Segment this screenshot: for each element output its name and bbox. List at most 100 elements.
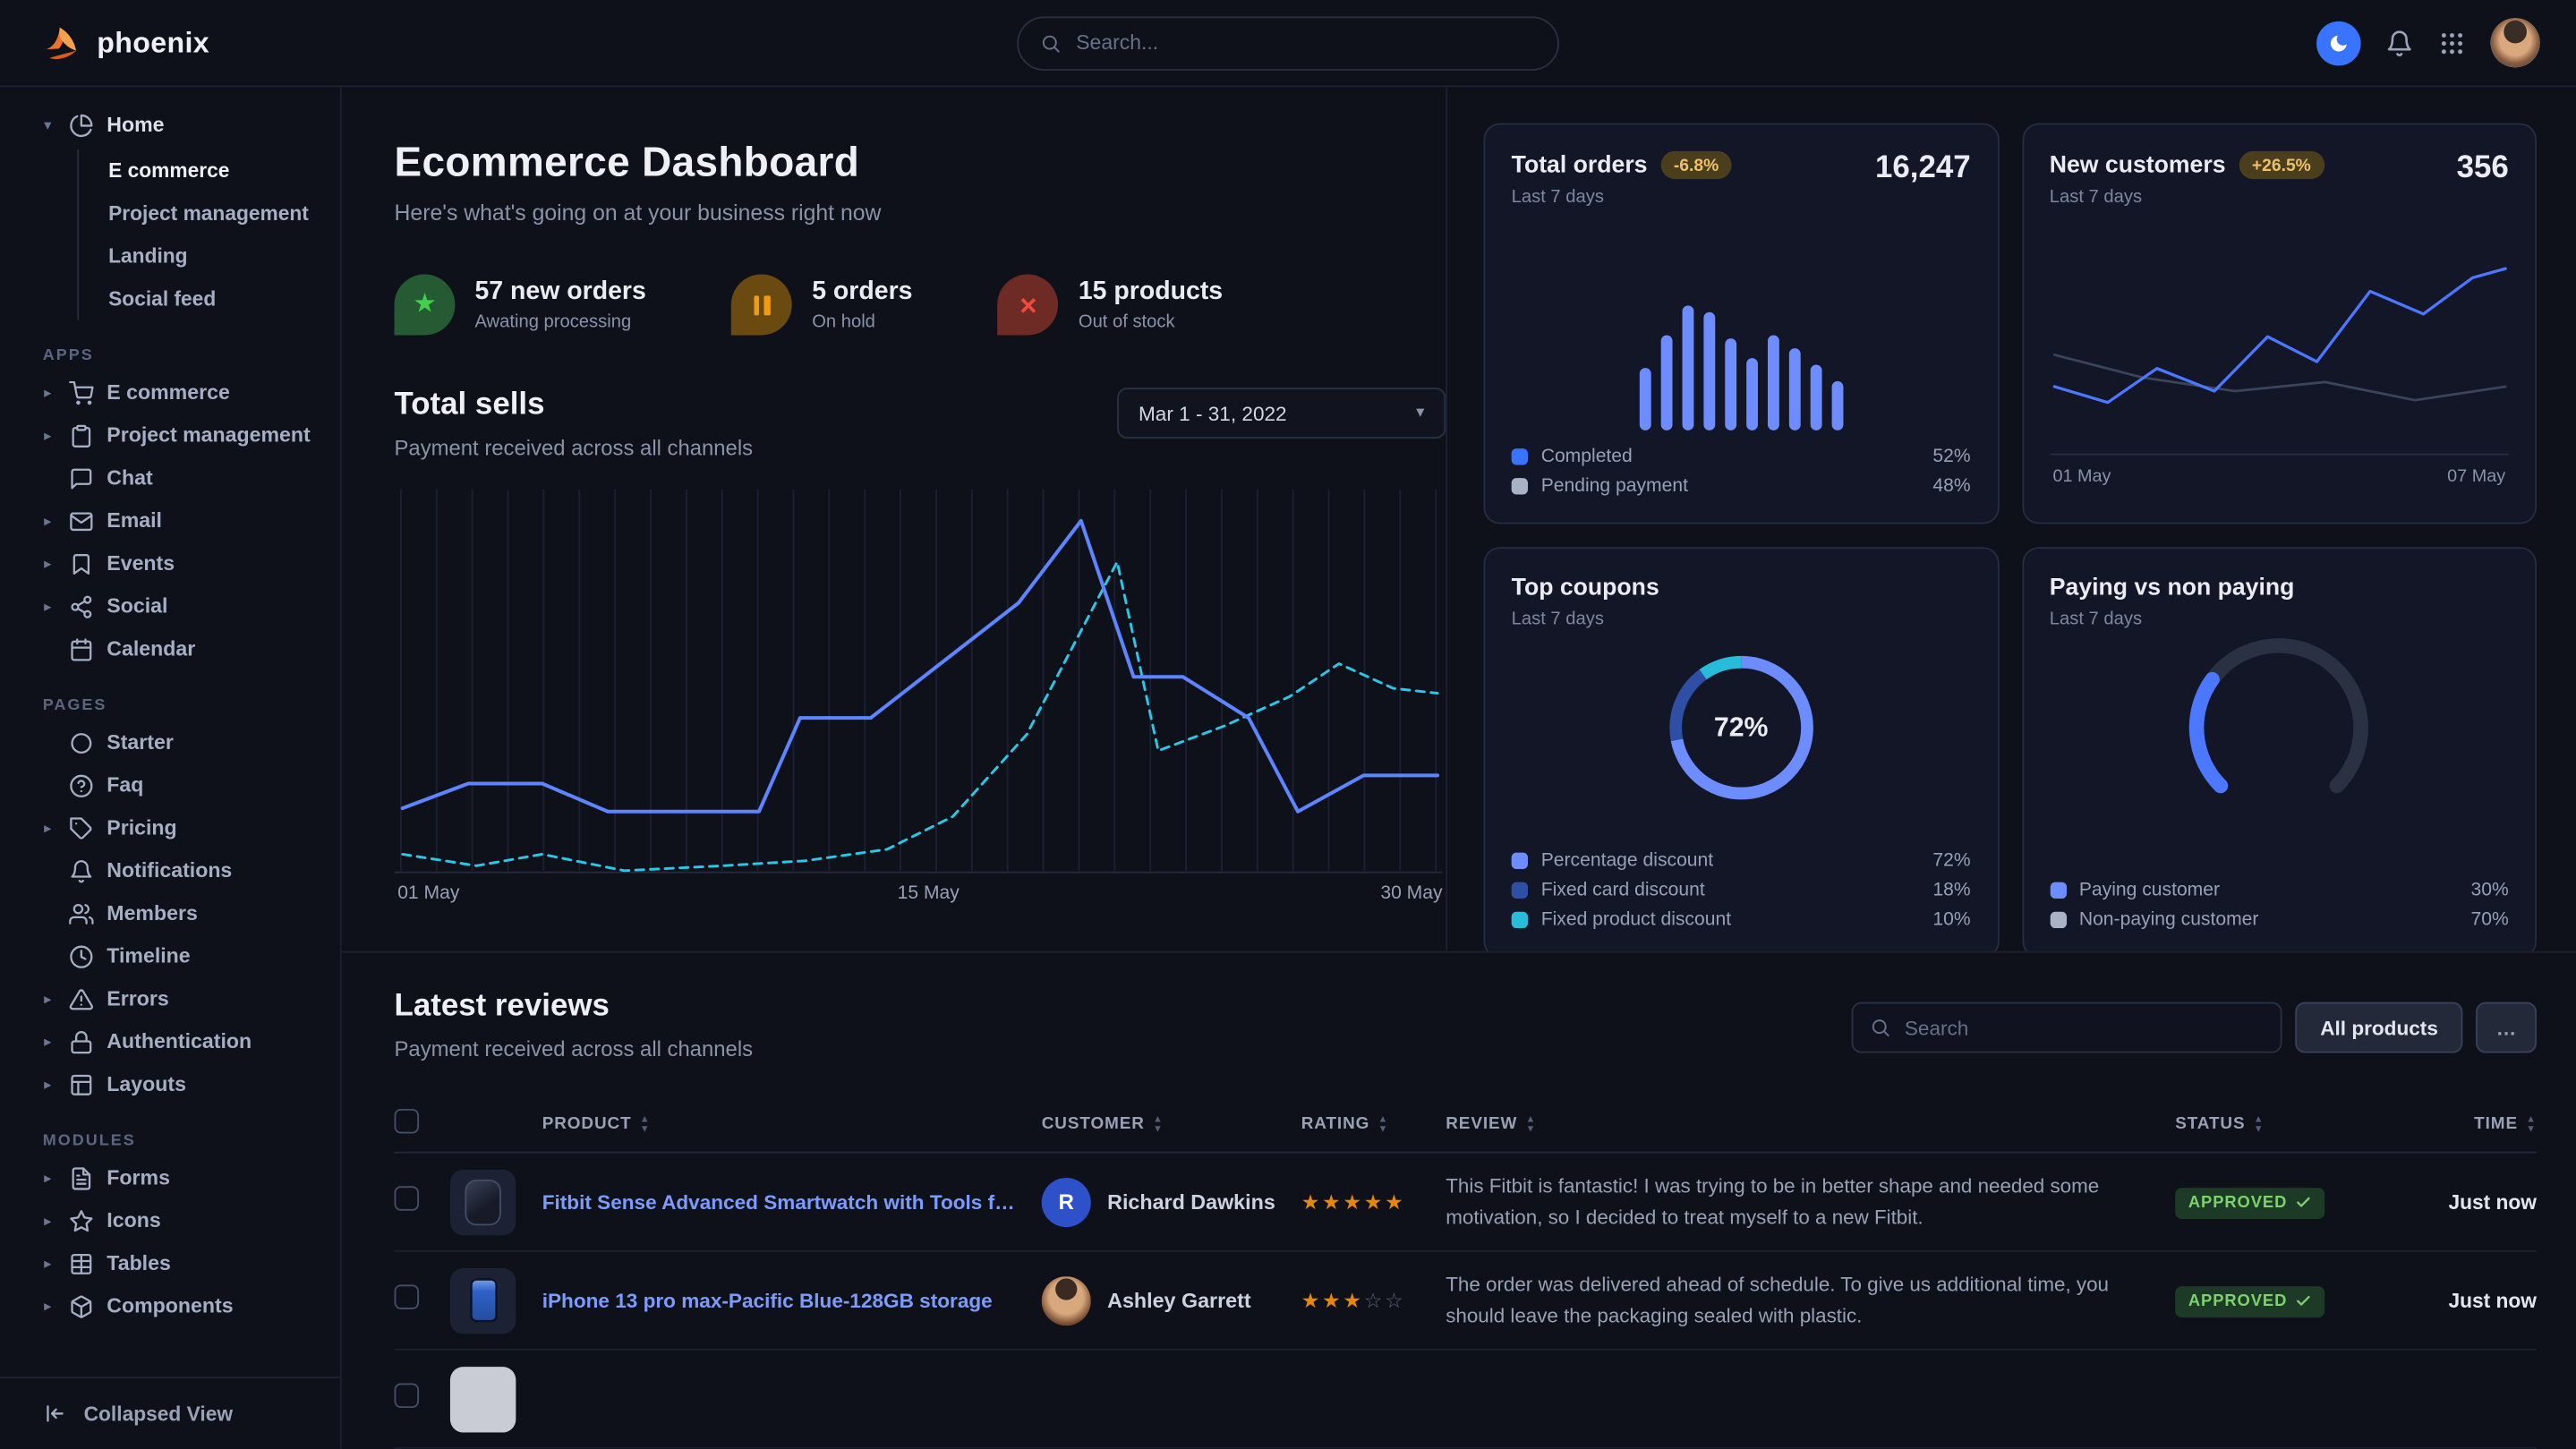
sidebar-item-tables[interactable]: ▸Tables	[0, 1242, 340, 1285]
sidebar-item-errors[interactable]: ▸Errors	[0, 977, 340, 1020]
legend-swatch	[1512, 853, 1528, 869]
caret-right-icon: ▸	[39, 1212, 55, 1230]
caret-right-icon: ▸	[39, 1297, 55, 1315]
caret-right-icon: ▸	[39, 512, 55, 530]
sidebar-item-members[interactable]: Members	[0, 892, 340, 935]
sidebar-item-label: Email	[107, 509, 162, 533]
sidebar-subitem-project-management[interactable]: Project management	[79, 192, 340, 235]
global-search[interactable]	[1017, 15, 1559, 70]
pie-chart-icon	[69, 113, 94, 138]
sidebar-item-label: Timeline	[107, 944, 190, 967]
sidebar-item-label: Notifications	[107, 859, 232, 882]
caret-right-icon: ▸	[39, 597, 55, 615]
sidebar-item-e-commerce[interactable]: ▸E commerce	[0, 371, 340, 414]
apps-menu-button[interactable]	[2438, 29, 2466, 56]
bar	[1810, 364, 1821, 430]
sidebar-item-starter[interactable]: Starter	[0, 721, 340, 764]
sidebar-item-label: Members	[107, 902, 197, 925]
new-customers-value: 356	[2457, 151, 2509, 187]
sidebar-item-pricing[interactable]: ▸Pricing	[0, 806, 340, 849]
caret-right-icon: ▸	[39, 1254, 55, 1272]
sidebar-item-label: Components	[107, 1294, 233, 1317]
stat-icon-blob: ★	[395, 275, 456, 336]
notifications-button[interactable]	[2385, 29, 2413, 56]
product-thumbnail-phone	[450, 1267, 516, 1333]
column-customer[interactable]: CUSTOMER	[1042, 1114, 1301, 1134]
card-title: New customers	[2050, 152, 2226, 178]
sidebar-item-timeline[interactable]: Timeline	[0, 934, 340, 977]
sidebar-item-label: Pricing	[107, 816, 176, 840]
sidebar-item-label: Starter	[107, 731, 174, 754]
sidebar-item-label: Forms	[107, 1166, 170, 1189]
row-checkbox[interactable]	[395, 1383, 420, 1408]
sidebar-subitem-e-commerce[interactable]: E commerce	[79, 149, 340, 192]
main-content: Ecommerce Dashboard Here's what's going …	[342, 87, 2576, 1449]
sort-icon	[1153, 1114, 1164, 1134]
legend-swatch	[1512, 882, 1528, 899]
x-start-label: 01 May	[2052, 466, 2111, 496]
sidebar-sections: APPS▸E commerce▸Project managementChat▸E…	[0, 346, 340, 1327]
column-review[interactable]: REVIEW	[1446, 1114, 2175, 1134]
sidebar-item-home[interactable]: ▾ Home	[0, 104, 340, 147]
profile-avatar[interactable]	[2491, 18, 2540, 67]
row-checkbox[interactable]	[395, 1185, 420, 1210]
customer-avatar	[1042, 1275, 1091, 1325]
reviews-search[interactable]	[1852, 1002, 2282, 1053]
row-checkbox[interactable]	[395, 1283, 420, 1308]
date-range-select[interactable]: Mar 1 - 31, 2022 ▾	[1117, 388, 1446, 439]
dashboard-left-column: Ecommerce Dashboard Here's what's going …	[342, 87, 1446, 950]
sidebar-item-forms[interactable]: ▸Forms	[0, 1156, 340, 1199]
total-orders-badge: -6.8%	[1660, 151, 1732, 179]
chevron-down-icon: ▾	[1416, 405, 1424, 422]
sidebar-item-label: Home	[107, 114, 164, 137]
sidebar-item-notifications[interactable]: Notifications	[0, 849, 340, 892]
stat-value: 57 new orders	[474, 277, 645, 307]
bar	[1725, 338, 1736, 430]
column-rating[interactable]: RATING	[1301, 1114, 1446, 1134]
sidebar-item-email[interactable]: ▸ Email	[0, 499, 340, 542]
brand-logo-link[interactable]: phoenix	[39, 21, 209, 64]
status-badge: APPROVED	[2175, 1187, 2324, 1218]
collapsed-view-label: Collapsed View	[84, 1402, 233, 1426]
latest-reviews-title: Latest reviews	[395, 989, 754, 1025]
sidebar-item-label: Icons	[107, 1209, 160, 1232]
alert-triangle-icon	[69, 986, 94, 1011]
sidebar-subitem-landing[interactable]: Landing	[79, 234, 340, 277]
total-sells-subtitle: Payment received across all channels	[395, 435, 754, 460]
sidebar-item-faq[interactable]: Faq	[0, 764, 340, 807]
column-status[interactable]: STATUS	[2175, 1114, 2389, 1134]
new-customers-card: New customers +26.5% Last 7 days 356 01 …	[2022, 124, 2537, 524]
sidebar-item-chat[interactable]: Chat	[0, 456, 340, 499]
sidebar-item-label: Layouts	[107, 1073, 186, 1096]
share-icon	[69, 594, 94, 619]
sidebar-item-icons[interactable]: ▸ Icons	[0, 1199, 340, 1242]
sidebar-item-social[interactable]: ▸Social	[0, 584, 340, 627]
collapsed-view-button[interactable]: Collapsed View	[0, 1377, 340, 1449]
all-products-button[interactable]: All products	[2296, 1002, 2463, 1053]
sidebar-item-authentication[interactable]: ▸Authentication	[0, 1020, 340, 1063]
product-link[interactable]: iPhone 13 pro max-Pacific Blue-128GB sto…	[542, 1289, 1042, 1312]
reviews-search-input[interactable]	[1905, 1016, 2265, 1039]
column-time[interactable]: TIME	[2389, 1114, 2537, 1134]
sidebar-item-events[interactable]: ▸Events	[0, 542, 340, 585]
legend-swatch	[1512, 912, 1528, 928]
sidebar-item-layouts[interactable]: ▸Layouts	[0, 1063, 340, 1106]
more-options-button[interactable]: …	[2476, 1002, 2537, 1053]
sidebar-subitem-social-feed[interactable]: Social feed	[79, 277, 340, 320]
column-product[interactable]: PRODUCT	[542, 1114, 1042, 1134]
legend-row-fixed-product-discount: Fixed product discount10%	[1512, 910, 1971, 930]
sort-icon	[1525, 1114, 1536, 1134]
star-icon	[69, 1208, 94, 1233]
legend-label: Fixed card discount	[1541, 881, 1705, 900]
stat-icon-blob: ×	[998, 275, 1059, 336]
theme-toggle-button[interactable]	[2316, 21, 2361, 65]
sidebar-item-calendar[interactable]: Calendar	[0, 627, 340, 670]
sidebar-item-components[interactable]: ▸ Components	[0, 1284, 340, 1327]
bar	[1660, 335, 1672, 430]
bar	[1746, 358, 1758, 430]
global-search-input[interactable]	[1076, 31, 1536, 55]
product-link[interactable]: Fitbit Sense Advanced Smartwatch with To…	[542, 1190, 1042, 1214]
sidebar-item-project-management[interactable]: ▸Project management	[0, 414, 340, 457]
sort-icon	[640, 1114, 651, 1134]
select-all-checkbox[interactable]	[395, 1108, 420, 1133]
